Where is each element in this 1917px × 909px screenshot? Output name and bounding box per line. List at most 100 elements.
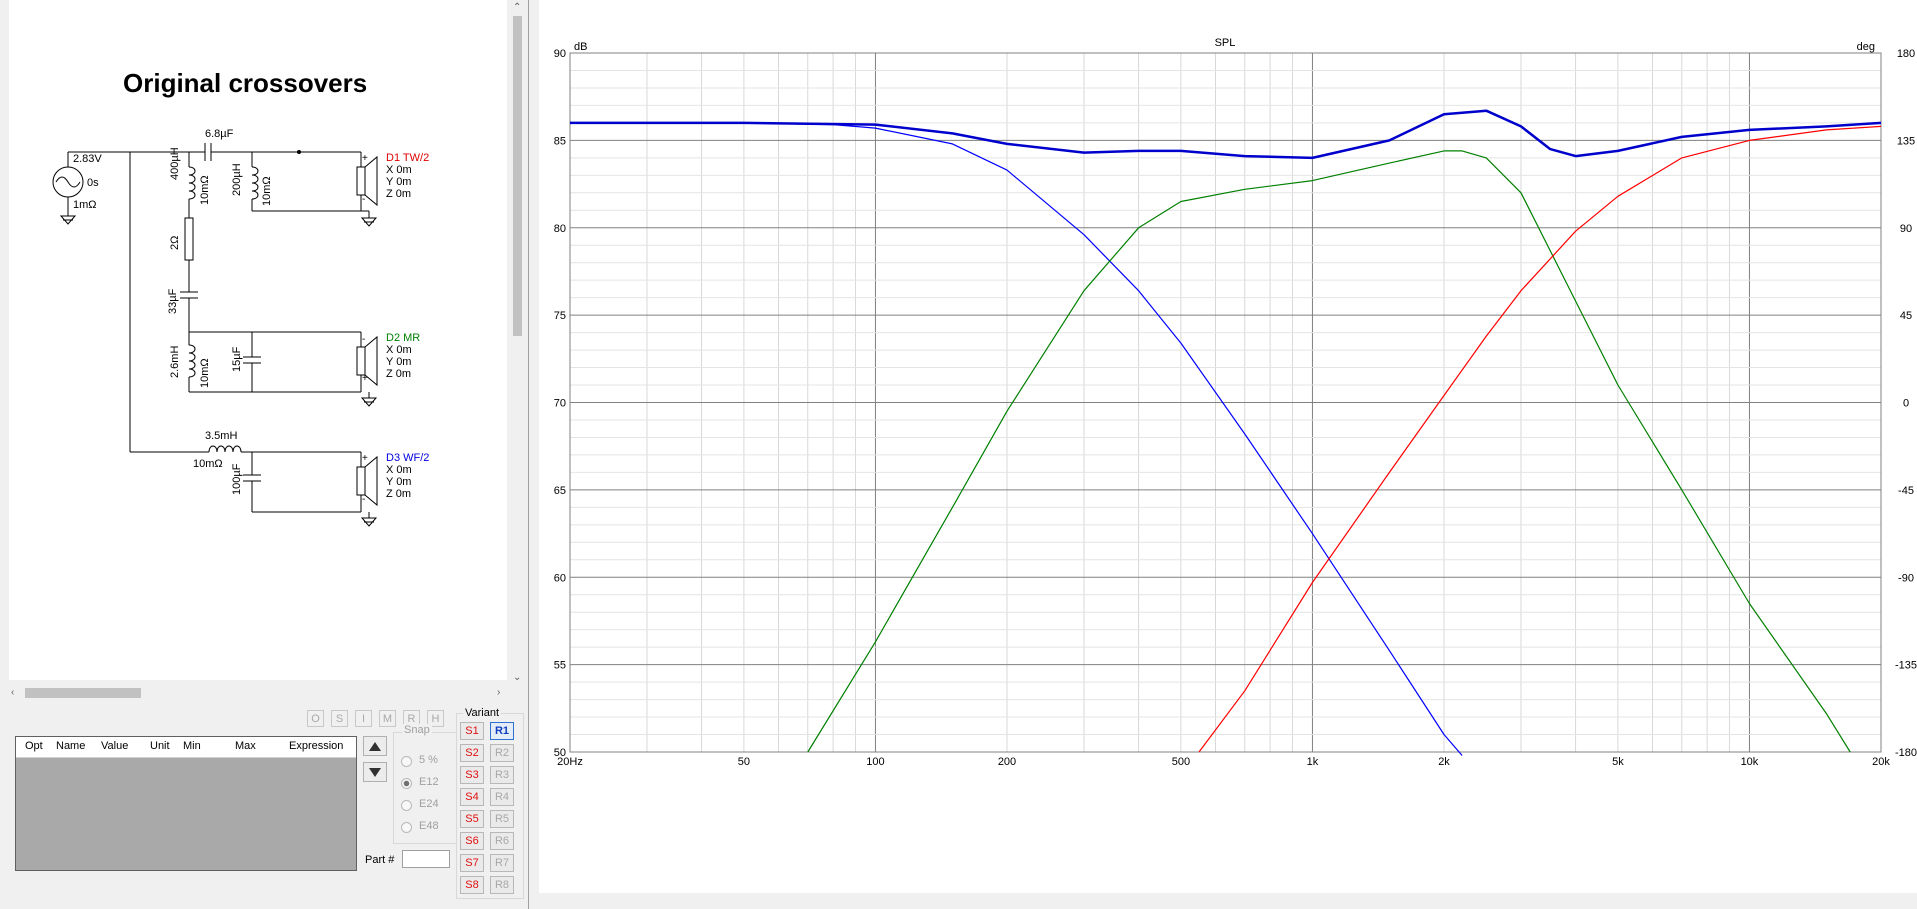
schematic-canvas[interactable]: Original crossovers 2.83V 0s 1mΩ 6.8µF 4…: [9, 0, 507, 680]
driver-d3[interactable]: D3 WF/2 X 0m Y 0m Z 0m: [386, 452, 429, 500]
snap-radio-5pct[interactable]: [401, 756, 412, 767]
driver-d2-z: Z 0m: [386, 368, 412, 380]
variant-r6-button[interactable]: R6: [490, 832, 514, 850]
source-resistance-label: 1mΩ: [73, 199, 97, 211]
x-tick-label: 200: [998, 756, 1016, 768]
source-delay-label: 0s: [87, 177, 99, 189]
variant-s5-button[interactable]: S5: [460, 810, 484, 828]
snap-radio-e12[interactable]: [401, 778, 412, 789]
component-c-tweeter-label: 6.8µF: [205, 128, 234, 140]
variant-s8-button[interactable]: S8: [460, 876, 484, 894]
x-tick-label: 1k: [1307, 756, 1319, 768]
component-c-wf-label: 100µF: [231, 463, 243, 495]
component-l-wf-r-label: 10mΩ: [193, 458, 223, 470]
driver-d1[interactable]: D1 TW/2 X 0m Y 0m Z 0m: [386, 152, 429, 200]
scroll-up-icon[interactable]: ⌃: [513, 2, 521, 14]
component-c-mr-label: 33µF: [167, 288, 179, 314]
column-unit[interactable]: Unit: [150, 740, 170, 752]
y-tick-label: 70: [554, 398, 566, 410]
column-opt[interactable]: Opt: [25, 740, 43, 752]
x-tick-label: 500: [1172, 756, 1190, 768]
y-tick-label: 75: [554, 310, 566, 322]
column-name[interactable]: Name: [56, 740, 85, 752]
component-l-par-label: 200µH: [231, 163, 243, 196]
driver-d1-x: X 0m: [386, 164, 412, 176]
y2-tick-label: 45: [1900, 310, 1912, 322]
scroll-left-icon[interactable]: ‹: [11, 687, 14, 699]
parameter-table-header: Opt Name Value Unit Min Max Expression: [16, 737, 356, 758]
scroll-down-icon[interactable]: ⌄: [513, 672, 521, 684]
variant-s1-button[interactable]: S1: [460, 722, 484, 740]
y2-tick-label: 135: [1897, 135, 1915, 147]
schematic-vertical-scrollbar[interactable]: ⌃ ⌄: [509, 0, 526, 690]
vertical-scroll-thumb[interactable]: [513, 16, 522, 336]
y-tick-label: 90: [554, 48, 566, 60]
snap-radio-e48[interactable]: [401, 822, 412, 833]
variant-r2-button[interactable]: R2: [490, 744, 514, 762]
variant-s4-button[interactable]: S4: [460, 788, 484, 806]
variant-r3-button[interactable]: R3: [490, 766, 514, 784]
scroll-right-icon[interactable]: ›: [497, 687, 500, 699]
driver-d2[interactable]: D2 MR X 0m Y 0m Z 0m: [386, 332, 420, 380]
schematic-title: Original crossovers: [123, 68, 368, 98]
variant-s3-button[interactable]: S3: [460, 766, 484, 784]
toolbar-button-m[interactable]: M: [379, 710, 396, 727]
column-min[interactable]: Min: [183, 740, 201, 752]
y-axis-unit-label: dB: [574, 41, 587, 53]
chart-title: SPL: [1215, 37, 1236, 49]
y-tick-label: 55: [554, 660, 566, 672]
parameter-table[interactable]: Opt Name Value Unit Min Max Expression: [15, 736, 357, 871]
component-l-wf-label: 3.5mH: [205, 430, 238, 442]
part-number-input[interactable]: [402, 850, 450, 868]
column-value[interactable]: Value: [101, 740, 128, 752]
schematic-drawing: [52, 143, 378, 527]
column-expression[interactable]: Expression: [289, 740, 343, 752]
snap-radio-e24[interactable]: [401, 800, 412, 811]
toolbar-button-s[interactable]: S: [331, 710, 348, 727]
variant-r1-button[interactable]: R1: [490, 722, 514, 740]
y2-tick-label: 180: [1897, 48, 1915, 60]
snap-option-e48: E48: [419, 820, 439, 832]
x-tick-label: 2k: [1438, 756, 1450, 768]
variant-r5-button[interactable]: R5: [490, 810, 514, 828]
variant-s6-button[interactable]: S6: [460, 832, 484, 850]
variant-r8-button[interactable]: R8: [490, 876, 514, 894]
y2-axis-unit-label: deg: [1857, 41, 1875, 53]
y2-tick-label: 90: [1900, 223, 1912, 235]
component-c-mr-shunt-label: 15µF: [231, 346, 243, 372]
series-line-2: [807, 150, 1851, 753]
x-tick-label: 100: [866, 756, 884, 768]
d1-plus-pin: +: [362, 153, 368, 164]
part-number-label: Part #: [365, 854, 395, 866]
driver-d3-name: D3 WF/2: [386, 452, 430, 464]
series-line-3: [1198, 125, 1882, 753]
variant-r7-button[interactable]: R7: [490, 854, 514, 872]
x-tick-label: 5k: [1612, 756, 1624, 768]
schematic-horizontal-scrollbar[interactable]: ‹ ›: [9, 684, 507, 701]
snap-option-e12: E12: [419, 776, 439, 788]
move-down-button[interactable]: [363, 762, 387, 782]
driver-d3-x: X 0m: [386, 464, 412, 476]
toolbar-button-i[interactable]: I: [355, 710, 372, 727]
variant-s7-button[interactable]: S7: [460, 854, 484, 872]
left-panel: Original crossovers 2.83V 0s 1mΩ 6.8µF 4…: [0, 0, 529, 909]
y2-tick-label: 0: [1903, 398, 1909, 410]
driver-d3-y: Y 0m: [386, 476, 412, 488]
driver-d2-y: Y 0m: [386, 356, 412, 368]
triangle-down-icon: [369, 768, 381, 777]
variant-s2-button[interactable]: S2: [460, 744, 484, 762]
toolbar-button-o[interactable]: O: [307, 710, 324, 727]
snap-option-5pct: 5 %: [419, 754, 438, 766]
spl-chart[interactable]: 20Hz 50 100 200 500 1k 2k 5k 10k 20k9085807570656…: [539, 0, 1917, 893]
d3-minus-pin: -: [362, 494, 366, 505]
move-up-button[interactable]: [363, 736, 387, 756]
d3-plus-pin: +: [362, 453, 368, 464]
snap-group: Snap 5 % E12 E24 E48: [393, 724, 457, 844]
variant-r4-button[interactable]: R4: [490, 788, 514, 806]
column-max[interactable]: Max: [235, 740, 256, 752]
triangle-up-icon: [369, 742, 381, 751]
driver-d1-name: D1 TW/2: [386, 152, 430, 164]
horizontal-scroll-thumb[interactable]: [25, 688, 141, 698]
driver-d2-x: X 0m: [386, 344, 412, 356]
y2-tick-label: -45: [1898, 485, 1914, 497]
